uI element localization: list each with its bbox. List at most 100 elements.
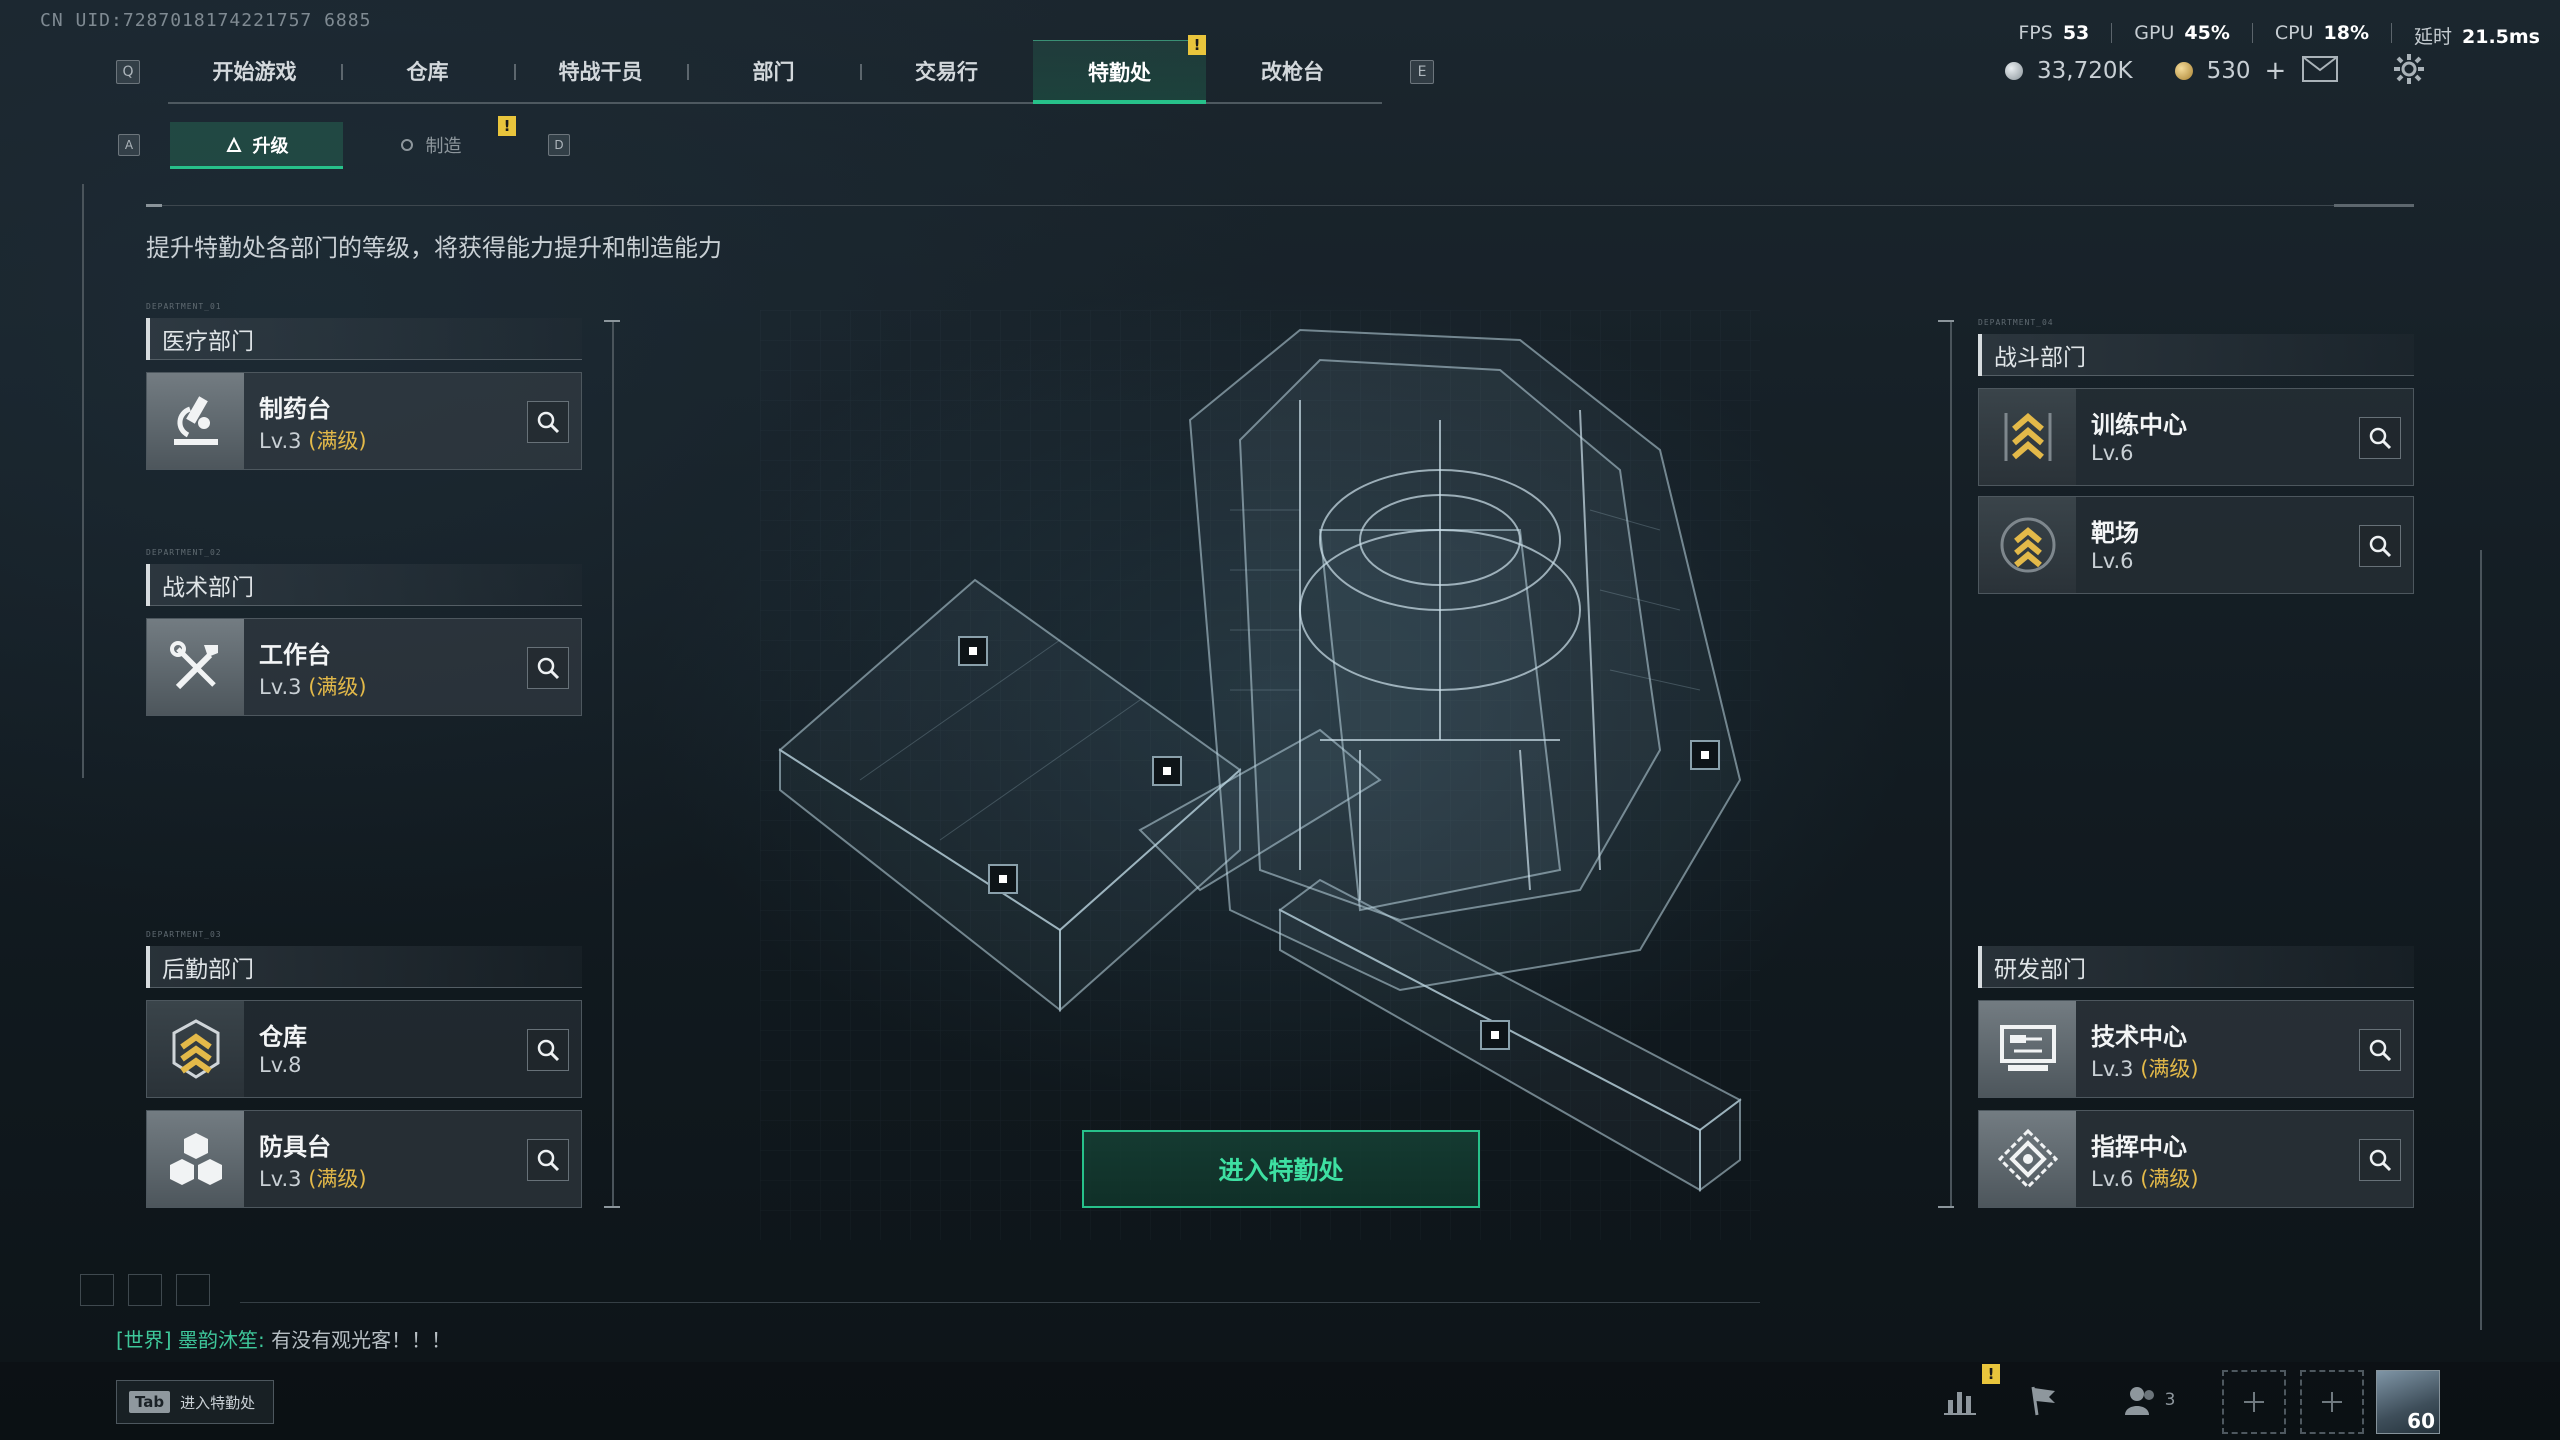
search-icon	[537, 1039, 560, 1062]
cubes-icon	[169, 1133, 222, 1185]
main-nav: 开始游戏 仓库 特战干员 部门 交易行 特勤处 ! 改枪台	[168, 35, 1382, 104]
facility-tech-center[interactable]: 技术中心 Lv.3 (满级)	[1978, 1000, 2414, 1098]
warning-badge: !	[1188, 35, 1206, 55]
settings-gear-icon[interactable]	[2392, 52, 2426, 90]
frame-cap	[1938, 1206, 1954, 1208]
flag-icon[interactable]	[2022, 1378, 2066, 1422]
facility-pharmacy[interactable]: 制药台 Lv.3 (满级)	[146, 372, 582, 470]
facility-training-center[interactable]: 训练中心 Lv.6	[1978, 388, 2414, 486]
location-marker[interactable]	[988, 864, 1018, 894]
add-currency-button[interactable]: +	[2264, 56, 2286, 86]
search-button[interactable]	[527, 1029, 569, 1071]
player-level: 60	[2407, 1409, 2435, 1433]
microscope-icon	[173, 396, 218, 445]
silver-coin-icon	[2005, 62, 2023, 80]
enter-special-ops-button[interactable]: 进入特勤处	[1082, 1130, 1480, 1208]
tab-special-ops[interactable]: 特勤处 !	[1033, 35, 1206, 104]
search-button[interactable]	[527, 1139, 569, 1181]
cpu-stat: CPU 18%	[2274, 22, 2369, 44]
search-icon	[2369, 535, 2392, 558]
fps-stat: FPS 53	[2018, 22, 2090, 44]
search-button[interactable]	[527, 647, 569, 689]
frame-cap	[604, 320, 620, 322]
plus-icon	[2322, 1392, 2342, 1412]
facility-level: Lv.8	[259, 1053, 302, 1077]
nav-key-right[interactable]: E	[1410, 60, 1434, 84]
facility-name: 指挥中心	[2091, 1133, 2187, 1161]
upgrade-icon	[225, 136, 242, 152]
tab-operators[interactable]: 特战干员	[514, 40, 687, 102]
mail-icon[interactable]	[2302, 56, 2338, 86]
search-icon	[2369, 427, 2392, 450]
nav-key-left[interactable]: Q	[116, 60, 140, 84]
add-teammate-slot[interactable]	[2222, 1370, 2286, 1434]
deco-slot	[80, 1274, 114, 1306]
subnav-key-left[interactable]: A	[118, 134, 140, 156]
dept-header-combat: 战斗部门	[1978, 334, 2414, 376]
facility-name: 训练中心	[2091, 411, 2187, 439]
search-button[interactable]	[527, 401, 569, 443]
gold-coin-icon	[2174, 62, 2193, 80]
deco-slot	[176, 1274, 210, 1306]
search-button[interactable]	[2359, 417, 2401, 459]
command-diamond-icon	[1997, 1128, 2058, 1190]
team-icon	[2124, 1387, 2154, 1415]
search-button[interactable]	[2359, 525, 2401, 567]
dept-header-research: 研发部门	[1978, 946, 2414, 988]
latency-stat: 延时 21.5ms	[2413, 26, 2540, 48]
facility-shooting-range[interactable]: 靶场 Lv.6	[1978, 496, 2414, 594]
divider	[146, 205, 2414, 206]
facility-level: Lv.3 (满级)	[2091, 1057, 2199, 1081]
tab-warehouse[interactable]: 仓库	[341, 40, 514, 102]
location-marker[interactable]	[958, 636, 988, 666]
facility-workbench[interactable]: 工作台 Lv.3 (满级)	[146, 618, 582, 716]
base-wireframe-model	[760, 310, 1760, 1240]
add-teammate-slot[interactable]	[2300, 1370, 2364, 1434]
monitor-icon	[1999, 1025, 2056, 1071]
subnav-key-right[interactable]: D	[548, 134, 570, 156]
plus-icon	[2244, 1392, 2264, 1412]
player-avatar[interactable]: 60	[2376, 1370, 2440, 1434]
dept-header-tactical: 战术部门	[146, 564, 582, 606]
facility-name: 防具台	[259, 1133, 331, 1161]
deco-slot	[128, 1274, 162, 1306]
search-icon	[537, 657, 560, 680]
team-button[interactable]: 3	[2114, 1378, 2184, 1422]
sub-nav: 升级 制造 !	[170, 116, 516, 169]
search-button[interactable]	[2359, 1139, 2401, 1181]
system-stats: FPS 53 GPU 45% CPU 18% 延时 21.5ms	[2018, 22, 2540, 49]
page-description: 提升特勤处各部门的等级，将获得能力提升和制造能力	[146, 234, 722, 262]
location-marker[interactable]	[1690, 740, 1720, 770]
facility-level: Lv.6	[2091, 549, 2134, 573]
facility-name: 技术中心	[2091, 1023, 2187, 1051]
search-button[interactable]	[2359, 1029, 2401, 1071]
facility-armor-bench[interactable]: 防具台 Lv.3 (满级)	[146, 1110, 582, 1208]
rank-chevron-icon	[2004, 413, 2051, 461]
tab-start-game[interactable]: 开始游戏	[168, 40, 341, 102]
facility-name: 靶场	[2091, 519, 2139, 547]
divider-cap	[2334, 204, 2414, 207]
warning-badge: !	[498, 116, 516, 136]
tab-gunsmith[interactable]: 改枪台	[1206, 40, 1379, 102]
tab-upgrade[interactable]: 升级	[170, 122, 343, 169]
facility-warehouse[interactable]: 仓库 Lv.8	[146, 1000, 582, 1098]
craft-gear-icon	[400, 139, 413, 151]
tab-crafting[interactable]: 制造 !	[343, 116, 516, 168]
tab-departments[interactable]: 部门	[687, 40, 860, 102]
tab-trading[interactable]: 交易行	[860, 40, 1033, 102]
facility-level: Lv.6 (满级)	[2091, 1167, 2199, 1191]
tab-hint-button[interactable]: Tab 进入特勤处	[116, 1380, 274, 1424]
location-marker[interactable]	[1480, 1020, 1510, 1050]
facility-level: Lv.3 (满级)	[259, 675, 367, 699]
search-icon	[2369, 1039, 2392, 1062]
search-icon	[2369, 1149, 2392, 1172]
stats-chart-icon[interactable]	[1938, 1378, 1982, 1422]
world-chat-line[interactable]: [世界] 墨韵沐笙: 有没有观光客！！！	[116, 1324, 451, 1353]
facility-command-center[interactable]: 指挥中心 Lv.6 (满级)	[1978, 1110, 2414, 1208]
department-tag: DEPARTMENT_03	[146, 930, 222, 939]
department-tag: DEPARTMENT_04	[1978, 318, 2054, 327]
facility-name: 制药台	[259, 395, 331, 423]
location-marker[interactable]	[1152, 756, 1182, 786]
frame-line	[1950, 320, 1952, 1208]
dept-header-logistics: 后勤部门	[146, 946, 582, 988]
